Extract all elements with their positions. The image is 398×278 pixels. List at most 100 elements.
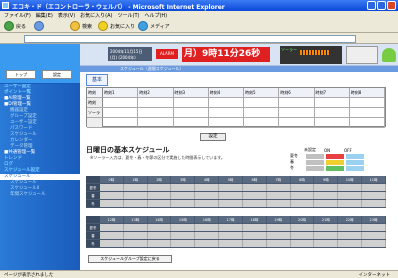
schedule-cell[interactable] (242, 192, 267, 199)
schedule-cell[interactable] (195, 184, 220, 191)
schedule-cell[interactable] (147, 192, 172, 199)
schedule-cell[interactable] (338, 224, 363, 231)
schedule-cell[interactable] (266, 200, 291, 207)
schedule-cell[interactable] (338, 232, 363, 239)
address-input[interactable] (24, 35, 356, 43)
schedule-cell[interactable] (123, 240, 148, 247)
onoff-radio[interactable] (315, 118, 350, 127)
close-button[interactable] (387, 1, 396, 10)
schedule-cell[interactable] (171, 240, 196, 247)
onoff-radio[interactable] (244, 118, 280, 127)
schedule-cell[interactable] (123, 200, 148, 207)
schedule-cell[interactable] (242, 224, 267, 231)
schedule-cell[interactable] (219, 184, 243, 191)
schedule-cell[interactable] (100, 224, 124, 231)
schedule-cell[interactable] (266, 184, 291, 191)
time-select[interactable] (174, 98, 209, 107)
schedule-cell[interactable] (362, 240, 386, 247)
schedule-cell[interactable] (100, 192, 124, 199)
schedule-cell[interactable] (195, 192, 220, 199)
menu-file[interactable]: ファイル(F) (4, 12, 31, 19)
maximize-button[interactable] (377, 1, 386, 10)
schedule-cell[interactable] (362, 232, 386, 239)
schedule-cell[interactable] (242, 184, 267, 191)
time-select[interactable] (103, 98, 139, 107)
schedule-cell[interactable] (314, 240, 339, 247)
schedule-cell[interactable] (314, 224, 339, 231)
menu-favorites[interactable]: お気に入り(A) (80, 12, 112, 19)
schedule-cell[interactable] (242, 240, 267, 247)
sidebar-item[interactable]: 年間スケジュール (0, 192, 80, 198)
schedule-cell[interactable] (171, 184, 196, 191)
schedule-cell[interactable] (147, 232, 172, 239)
schedule-cell[interactable] (219, 200, 243, 207)
solar-select[interactable] (174, 108, 209, 117)
schedule-cell[interactable] (338, 192, 363, 199)
schedule-cell[interactable] (362, 224, 386, 231)
schedule-cell[interactable] (100, 200, 124, 207)
menu-help[interactable]: ヘルプ(H) (144, 12, 167, 19)
solar-select[interactable] (138, 108, 174, 117)
time-select[interactable] (138, 98, 174, 107)
schedule-cell[interactable] (290, 224, 315, 231)
solar-select[interactable] (350, 108, 385, 117)
time-select[interactable] (350, 98, 385, 107)
schedule-cell[interactable] (338, 200, 363, 207)
onoff-radio[interactable] (103, 118, 139, 127)
schedule-cell[interactable] (123, 224, 148, 231)
schedule-cell[interactable] (362, 192, 386, 199)
menu-view[interactable]: 表示(V) (58, 12, 75, 19)
schedule-cell[interactable] (362, 184, 386, 191)
time-select[interactable] (279, 98, 315, 107)
star-icon[interactable] (98, 21, 108, 31)
media-icon[interactable] (138, 21, 148, 31)
favorites-label[interactable]: お気に入り (110, 23, 135, 30)
schedule-cell[interactable] (290, 184, 315, 191)
schedule-cell[interactable] (195, 232, 220, 239)
schedule-cell[interactable] (242, 200, 267, 207)
solar-select[interactable] (279, 108, 315, 117)
schedule-cell[interactable] (219, 224, 243, 231)
schedule-cell[interactable] (171, 224, 196, 231)
time-select[interactable] (315, 98, 350, 107)
schedule-cell[interactable] (147, 240, 172, 247)
schedule-cell[interactable] (171, 200, 196, 207)
schedule-cell[interactable] (338, 240, 363, 247)
solar-select[interactable] (315, 108, 350, 117)
onoff-radio[interactable] (279, 118, 315, 127)
onoff-radio[interactable] (209, 118, 244, 127)
schedule-cell[interactable] (195, 200, 220, 207)
schedule-cell[interactable] (242, 232, 267, 239)
back-label[interactable]: 戻る (16, 23, 26, 30)
schedule-cell[interactable] (100, 232, 124, 239)
solar-select[interactable] (244, 108, 280, 117)
schedule-cell[interactable] (266, 232, 291, 239)
schedule-cell[interactable] (219, 240, 243, 247)
mini-panel[interactable] (346, 46, 378, 64)
settings-button[interactable]: 設定 (42, 70, 72, 79)
schedule-cell[interactable] (195, 240, 220, 247)
schedule-cell[interactable] (147, 200, 172, 207)
schedule-cell[interactable] (123, 232, 148, 239)
schedule-cell[interactable] (100, 240, 124, 247)
schedule-cell[interactable] (290, 192, 315, 199)
schedule-cell[interactable] (290, 232, 315, 239)
schedule-cell[interactable] (195, 224, 220, 231)
schedule-cell[interactable] (314, 232, 339, 239)
schedule-cell[interactable] (266, 192, 291, 199)
solar-select[interactable] (103, 108, 139, 117)
back-to-group-button[interactable]: スケジュールグループ設定に戻る (88, 255, 172, 263)
menu-tools[interactable]: ツール(T) (118, 12, 140, 19)
onoff-radio[interactable] (350, 118, 385, 127)
schedule-cell[interactable] (171, 232, 196, 239)
schedule-cell[interactable] (147, 224, 172, 231)
time-select[interactable] (209, 98, 244, 107)
schedule-cell[interactable] (314, 192, 339, 199)
forward-icon[interactable] (34, 21, 44, 31)
set-button[interactable]: 設定 (200, 133, 226, 141)
schedule-cell[interactable] (314, 184, 339, 191)
time-select[interactable] (244, 98, 280, 107)
top-button[interactable]: トップ (6, 70, 36, 79)
schedule-cell[interactable] (100, 184, 124, 191)
schedule-cell[interactable] (266, 240, 291, 247)
